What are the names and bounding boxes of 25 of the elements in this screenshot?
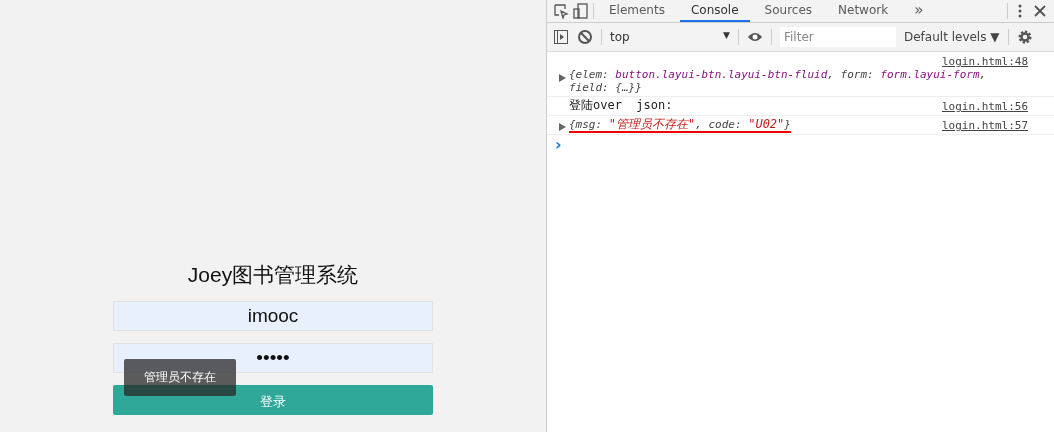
login-title: Joey图书管理系统 [187, 262, 359, 288]
console-message: {msg: "管理员不存在", code: "U02"} [569, 118, 792, 132]
console-message: 登陆over json: [569, 99, 674, 113]
inspect-icon[interactable] [553, 3, 569, 19]
device-icon[interactable] [573, 3, 589, 19]
console-prompt[interactable]: › [547, 135, 1054, 154]
filter-field[interactable]: Filter [780, 27, 896, 47]
context-select[interactable]: top ▼ [610, 30, 730, 44]
source-link[interactable]: login.html:56 [941, 100, 1028, 113]
console-message: {elem: button.layui-btn.layui-btn-fluid, form: form.layui-form, field: {…}} [569, 68, 988, 94]
expand-icon[interactable] [559, 74, 566, 82]
toast-message: 管理员不存在 [124, 359, 236, 396]
clear-icon[interactable] [577, 29, 593, 45]
sidebar-toggle-icon[interactable] [553, 29, 569, 45]
source-link[interactable]: login.html:57 [941, 119, 1028, 132]
settings-icon[interactable] [1016, 29, 1033, 45]
devtools-tab[interactable]: Network [827, 0, 900, 22]
devtools-tab[interactable]: Elements [598, 0, 676, 22]
close-icon[interactable] [1032, 3, 1048, 19]
source-link[interactable]: login.html:48 [941, 55, 1028, 68]
expand-icon[interactable] [559, 123, 566, 131]
devtools-tab[interactable]: Sources [753, 0, 824, 22]
more-tabs[interactable]: » [903, 0, 935, 22]
levels-dropdown[interactable]: Default levels ▼ [904, 30, 1000, 44]
username-field[interactable]: imooc [113, 301, 433, 331]
